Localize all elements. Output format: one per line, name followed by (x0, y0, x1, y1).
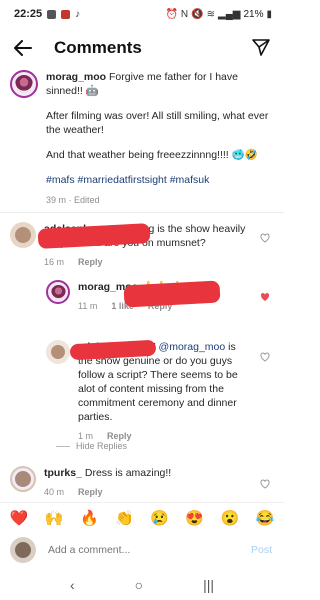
post-button[interactable]: Post (251, 544, 272, 556)
avatar (10, 537, 36, 563)
comment-time: 40 m (44, 487, 65, 497)
crying-emoji-button[interactable]: 😢 (147, 509, 173, 527)
avatar[interactable] (10, 222, 36, 248)
wifi-icon: ≋ (206, 8, 215, 20)
comment-composer: Post (0, 535, 284, 565)
hide-replies-label: Hide Replies (76, 441, 128, 451)
divider (56, 445, 70, 447)
nav-back-icon[interactable]: ‹ (70, 577, 75, 593)
battery-level: 21% (243, 8, 264, 20)
nav-home-icon[interactable]: ○ (135, 577, 143, 593)
mention-link[interactable]: @morag_moo (159, 341, 226, 353)
nfc-icon: N (180, 8, 189, 20)
surprised-emoji-button[interactable]: 😮 (217, 509, 243, 527)
like-heart-icon[interactable] (260, 230, 270, 243)
avatar[interactable] (10, 466, 36, 492)
comment-item: tpurks_ Dress is amazing!! 40 m Reply (10, 466, 272, 499)
divider (0, 212, 284, 213)
caption-line-3: And that weather being freeezzinnng!!!! … (46, 149, 258, 161)
status-time: 22:25 (14, 8, 43, 20)
caption-hashtags[interactable]: #mafs #marriedatfirstsight #mafsuk (46, 173, 272, 187)
mute-icon: 🔇 (191, 8, 204, 20)
raised-hands-emoji-button[interactable]: 🙌 (41, 509, 67, 527)
comment-time: 11 m (78, 301, 98, 311)
photo-notification-icon (47, 9, 57, 19)
post-caption: morag_moo Forgive me father for I have s… (0, 70, 284, 207)
reply-button[interactable]: Reply (78, 255, 103, 269)
like-heart-icon[interactable] (260, 349, 270, 362)
alarm-icon: ⏰ (165, 8, 178, 20)
clap-emoji-button[interactable]: 👏 (111, 509, 137, 527)
heart-eyes-emoji-button[interactable]: 😍 (182, 509, 208, 527)
caption-line-2: After filming was over! All still smilin… (46, 110, 269, 136)
avatar[interactable] (46, 340, 70, 364)
direct-share-icon[interactable] (252, 38, 272, 58)
comment-username[interactable]: tpurks_ (44, 467, 82, 479)
app-notification-icon (61, 9, 71, 19)
comment-input[interactable] (48, 544, 251, 556)
tiktok-icon: ♪ (75, 8, 81, 20)
fire-emoji-button[interactable]: 🔥 (76, 509, 102, 527)
comment-time: 16 m (44, 257, 65, 267)
system-nav-bar: ‹ ○ ||| (0, 570, 284, 600)
back-arrow-icon[interactable] (12, 37, 34, 59)
liked-heart-icon[interactable] (260, 289, 270, 301)
reply-button[interactable]: Reply (78, 485, 103, 499)
comment-text: Dress is amazing!! (84, 467, 172, 479)
heart-emoji-button[interactable]: ❤️ (6, 509, 32, 527)
hide-replies-button[interactable]: Hide Replies (56, 441, 127, 451)
caption-username[interactable]: morag_moo (46, 71, 106, 83)
signal-icon: ▂▄▆ (218, 8, 241, 20)
status-bar: 22:25 ♪ ⏰ N 🔇 ≋ ▂▄▆ 21% ▮ (0, 0, 284, 28)
nav-recents-icon[interactable]: ||| (203, 577, 214, 593)
emoji-reaction-bar: ❤️ 🙌 🔥 👏 😢 😍 😮 😂 (0, 502, 284, 532)
comments-header: Comments (0, 28, 284, 68)
battery-icon: ▮ (266, 8, 272, 20)
caption-meta: 39 m · Edited (46, 195, 100, 205)
laughing-emoji-button[interactable]: 😂 (252, 509, 278, 527)
page-title: Comments (54, 38, 142, 57)
avatar[interactable] (10, 70, 38, 98)
avatar[interactable] (46, 280, 70, 304)
like-heart-icon[interactable] (260, 476, 270, 489)
